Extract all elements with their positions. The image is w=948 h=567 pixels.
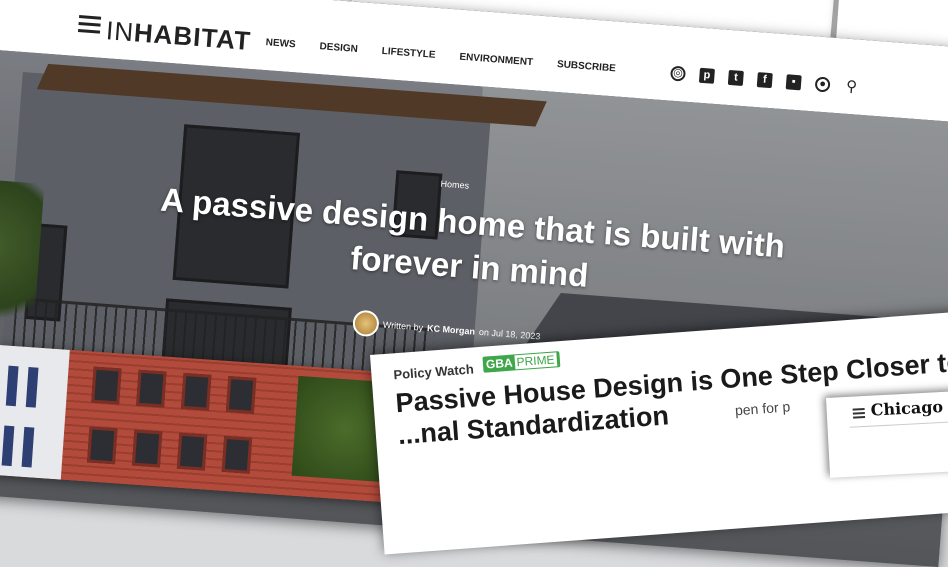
chicago-tribune-logo[interactable]: Chicago Trib: [870, 395, 948, 420]
hamburger-menu-icon[interactable]: [77, 15, 102, 35]
category-label[interactable]: Homes: [440, 179, 469, 191]
brick-building-card[interactable]: [0, 345, 400, 503]
twitter-icon[interactable]: t: [727, 69, 744, 87]
brick-window: [131, 429, 163, 468]
brick-window: [221, 435, 253, 474]
brick-window: [136, 369, 167, 408]
social-links: ◎ p t f ▪ ● ⚲: [669, 65, 874, 96]
facebook-icon[interactable]: f: [756, 72, 773, 89]
gba-prime-badge: GBA PRIME: [482, 351, 561, 373]
building-window: [21, 426, 35, 468]
author-avatar: [351, 309, 380, 338]
chicago-tribune-card[interactable]: Chicago Trib: [826, 387, 948, 478]
hamburger-menu-icon[interactable]: [852, 407, 866, 421]
flipboard-icon[interactable]: ▪: [785, 74, 802, 91]
nav-lifestyle[interactable]: LIFESTYLE: [381, 46, 436, 61]
brick-window: [91, 366, 122, 405]
instagram-icon[interactable]: ◎: [669, 65, 687, 82]
nav-subscribe[interactable]: SUBSCRIBE: [557, 59, 617, 74]
brick-window: [176, 432, 208, 471]
building-window: [1, 425, 15, 467]
section-label[interactable]: Policy Watch: [393, 361, 474, 382]
brick-window: [180, 372, 212, 411]
nav-environment[interactable]: ENVIRONMENT: [459, 52, 534, 69]
nav-design[interactable]: DESIGN: [319, 41, 358, 55]
author-link[interactable]: KC Morgan: [427, 323, 476, 337]
building-window: [25, 367, 39, 408]
publish-date: Jul 18, 2023: [491, 327, 541, 342]
building-window: [5, 365, 19, 407]
search-icon[interactable]: ⚲: [843, 78, 859, 96]
brick-window: [87, 426, 118, 465]
white-building: [0, 345, 70, 480]
brick-window: [225, 376, 257, 414]
main-nav: NEWS DESIGN LIFESTYLE ENVIRONMENT SUBSCR…: [265, 37, 640, 76]
pinterest-icon[interactable]: p: [698, 67, 715, 84]
user-icon[interactable]: ●: [814, 76, 831, 93]
nav-news[interactable]: NEWS: [265, 37, 296, 50]
site-logo[interactable]: INHABITAT: [105, 15, 252, 57]
